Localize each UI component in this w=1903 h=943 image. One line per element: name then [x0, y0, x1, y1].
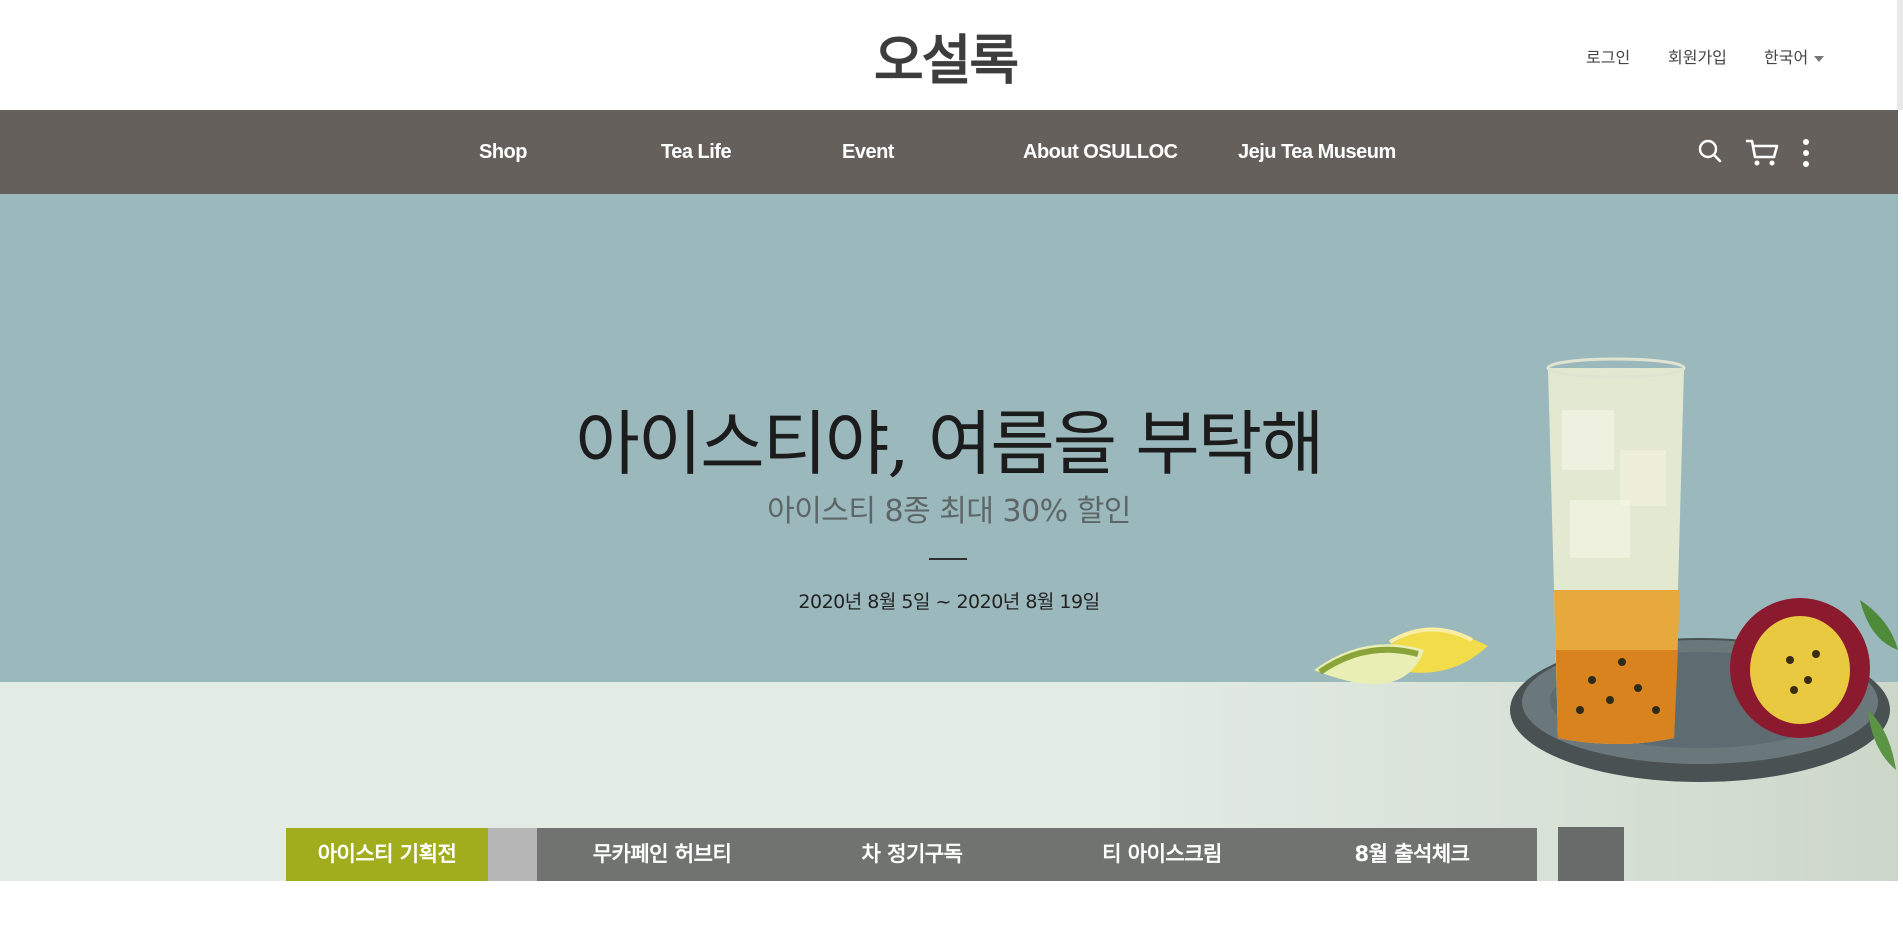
language-label: 한국어 [1764, 48, 1809, 67]
page-body [0, 881, 1903, 943]
tab-tea-subscription[interactable]: 차 정기구독 [787, 828, 1037, 881]
tab-more-button[interactable] [1558, 827, 1624, 881]
nav-item-jeju-tea-museum[interactable]: Jeju Tea Museum [1238, 141, 1396, 164]
tab-divider [488, 828, 537, 881]
main-nav: Shop Tea Life Event About OSULLOC Jeju T… [0, 110, 1898, 194]
iced-tea-product-image [1300, 350, 1898, 824]
nav-item-about-osulloc[interactable]: About OSULLOC [1023, 141, 1178, 164]
search-icon[interactable] [1697, 138, 1723, 168]
divider [929, 558, 967, 560]
login-link[interactable]: 로그인 [1586, 44, 1630, 68]
nav-item-tea-life[interactable]: Tea Life [661, 141, 732, 164]
nav-item-event[interactable]: Event [842, 141, 894, 164]
caret-down-icon [1814, 55, 1825, 62]
tab-august-attendance-check[interactable]: 8월 출석체크 [1287, 828, 1537, 881]
language-selector[interactable]: 한국어 [1764, 44, 1825, 68]
tab-tea-ice-cream[interactable]: 티 아이스크림 [1037, 828, 1287, 881]
nav-item-shop[interactable]: Shop [479, 141, 528, 164]
scrollbar[interactable] [1897, 0, 1903, 110]
top-header: 오설록 로그인 회원가입 한국어 [0, 0, 1903, 110]
site-logo[interactable]: 오설록 [874, 16, 1019, 95]
tab-iced-tea-promotion[interactable]: 아이스티 기획전 [286, 828, 488, 881]
more-vertical-icon[interactable] [1801, 138, 1811, 172]
signup-link[interactable]: 회원가입 [1668, 44, 1727, 68]
tab-caffeine-free-herb-tea[interactable]: 무카페인 허브티 [537, 828, 787, 881]
cart-icon[interactable] [1745, 138, 1779, 172]
